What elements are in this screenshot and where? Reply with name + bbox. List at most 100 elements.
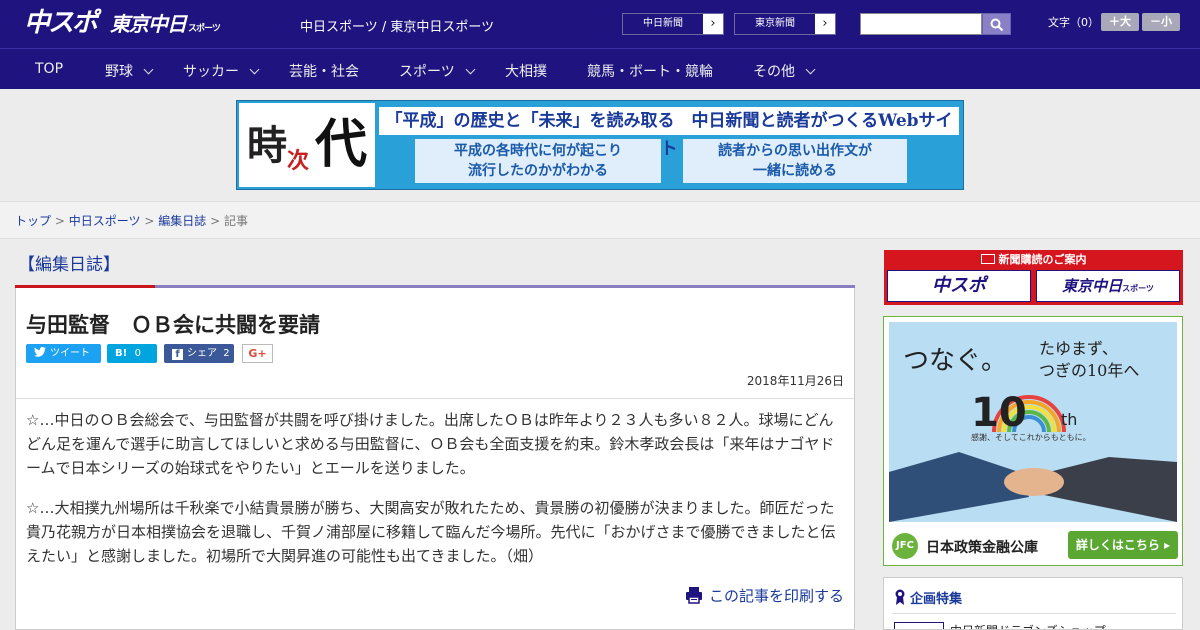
chevron-down-icon [249,64,260,75]
subscribe-tokyo-chunichi-small: スポーツ [1122,284,1154,293]
facebook-share-label: シェア [187,348,217,359]
dragons-shop-link[interactable]: 中日新聞ドラゴンズショップ [950,622,1106,629]
google-plus-button[interactable]: G+ [242,344,273,363]
chevron-down-icon [465,64,476,75]
facebook-icon: f [172,349,183,360]
font-decrease-button[interactable]: －小 [1142,13,1180,31]
tokyo-shimbun-label: 東京新聞 [735,14,815,34]
subscription-box: 新聞購読のご案内 中スポ 東京中日スポーツ [884,250,1183,305]
site-header: 中スポ 東京中日 スポーツ 中日スポーツ / 東京中日スポーツ 中日新聞 › 東京… [0,0,1200,48]
banner-box-1: 平成の各時代に何が起こり 流行したのかがわかる [415,139,661,183]
divider [892,613,1176,614]
article-title: 与田監督 ＯＢ会に共闘を要請 [26,313,320,337]
breadcrumb-chuspo[interactable]: 中日スポーツ [69,214,141,228]
print-article-link[interactable]: この記事を印刷する [685,585,844,606]
nav-item-sumo[interactable]: 大相撲 [505,61,547,81]
banner-area: 時 次 代 「平成」の歴史と「未来」を読み取る 中日新聞と読者がつくるWebサイ… [0,89,1200,201]
divider [16,398,854,399]
jfc-ad-image: つなぐ。 たゆまず、 つぎの10年へ 10 th 感謝、そしてこれからもともに。 [889,322,1177,522]
breadcrumb-editorial[interactable]: 編集日誌 [158,214,206,228]
jidai-banner-ad[interactable]: 時 次 代 「平成」の歴史と「未来」を読み取る 中日新聞と読者がつくるWebサイ… [236,100,964,190]
banner-box-2: 読者からの思い出作文が 一緒に読める [683,139,907,183]
breadcrumb-current: 記事 [223,214,248,228]
chunichi-shimbun-label: 中日新聞 [623,14,703,34]
article-date: 2018年11月26日 [746,374,844,388]
ribbon-icon [895,589,905,605]
twitter-icon [34,346,46,357]
subscription-caption-text: 新聞購読のご案内 [998,253,1087,266]
breadcrumb: トップ > 中日スポーツ > 編集日誌 > 記事 [15,212,248,229]
tweet-label: ツイート [50,348,90,359]
nav-item-racing[interactable]: 競馬・ボート・競輪 [587,61,713,81]
jfc-th: th [1061,410,1078,429]
article-paragraph: ☆…大相撲九州場所は千秋楽で小結貴景勝が勝ち、大関高安が敗れたため、貴景勝の初優… [26,499,836,565]
chevron-right-icon: › [822,16,828,31]
font-increase-button[interactable]: ＋大 [1101,13,1139,31]
article-paragraph: ☆…中日のＯＢ会総会で、与田監督が共闘を呼び掛けました。出席したＯＢは昨年より２… [26,411,835,477]
newspaper-icon [980,254,995,264]
jidai-logo: 時 次 代 [239,103,375,187]
nav-item-top[interactable]: TOP [35,61,63,77]
special-features-box: 企画特集 中日新聞ドラゴンズショップ [883,577,1183,630]
article: 与田監督 ＯＢ会に共闘を要請 ツイート B! 0 f シェア 2 G+ 2018年… [15,285,855,630]
chunichi-shimbun-link[interactable]: 中日新聞 › [622,13,724,35]
nav-item-sports[interactable]: スポーツ [399,61,476,81]
site-title: 中日スポーツ / 東京中日スポーツ [300,20,495,35]
subscription-caption: 新聞購読のご案内 [884,251,1183,267]
subscribe-tokyo-chunichi-button[interactable]: 東京中日スポーツ [1036,270,1180,302]
jfc-details-button[interactable]: 詳しくはこちら ▸ [1068,531,1178,559]
nav-item-label: 芸能・社会 [289,64,359,80]
search-icon [990,18,1004,32]
article-top-bar-accent [15,285,155,288]
tokyo-chunichi-logo[interactable]: 東京中日 スポーツ [110,12,221,41]
main-nav: TOP 野球 サッカー 芸能・社会 スポーツ 大相撲 競馬・ボート・競輪 その他 [0,48,1200,89]
nav-item-label: スポーツ [399,64,455,80]
jfc-ten: 10 [971,390,1027,436]
subscribe-chuspo-button[interactable]: 中スポ [887,270,1031,302]
nav-item-other[interactable]: その他 [753,61,816,81]
subscribe-tokyo-chunichi-text: 東京中日 [1062,277,1123,295]
special-features-title: 企画特集 [894,588,962,607]
handshake-illustration [889,395,1177,522]
jfc-name: 日本政策金融公庫 [926,540,1038,556]
hatena-icon: B! [115,348,128,359]
chevron-down-icon [805,64,816,75]
facebook-share-button[interactable]: f シェア 2 [164,344,234,363]
jfc-logo: JFC [892,533,918,559]
banner-headline: 「平成」の歴史と「未来」を読み取る 中日新聞と読者がつくるWebサイト [379,107,959,159]
dragons-shop-thumbnail[interactable] [894,622,944,629]
chuspo-logo[interactable]: 中スポ [24,8,98,38]
tokyo-shimbun-link[interactable]: 東京新聞 › [734,13,836,35]
breadcrumb-bar: トップ > 中日スポーツ > 編集日誌 > 記事 [0,201,1200,239]
jfc-subtag: 感謝、そしてこれからもともに。 [971,433,1091,442]
nav-item-baseball[interactable]: 野球 [105,61,154,81]
search-button[interactable] [982,13,1011,35]
breadcrumb-sep: > [144,214,155,228]
jfc-footer: JFC 日本政策金融公庫 詳しくはこちら ▸ [892,529,1192,561]
chevron-down-icon [143,64,154,75]
nav-item-entertainment[interactable]: 芸能・社会 [289,61,359,81]
nav-item-label: 野球 [105,64,133,80]
article-top-bar [15,285,855,288]
breadcrumb-top[interactable]: トップ [15,214,51,228]
font-size-label: 文字（0） [1048,16,1099,29]
tweet-button[interactable]: ツイート [26,344,101,363]
search-input[interactable] [860,13,982,35]
nav-item-label: 大相撲 [505,64,547,80]
nav-item-soccer[interactable]: サッカー [183,61,260,81]
facebook-share-count: 2 [223,348,230,359]
hatena-count: 0 [134,348,142,359]
special-features-title-text: 企画特集 [910,592,963,607]
jfc-advertisement[interactable]: つなぐ。 たゆまず、 つぎの10年へ 10 th 感謝、そしてこれからもともに。… [883,316,1183,566]
nav-item-label: サッカー [183,64,239,80]
breadcrumb-sep: > [54,214,65,228]
jidai-logo-ji: 時 [247,122,287,169]
chevron-right-icon: › [710,16,716,31]
hatena-bookmark-button[interactable]: B! 0 [107,344,157,363]
printer-icon [685,587,702,604]
jidai-logo-dai: 代 [315,114,368,175]
section-title: 【編集日誌】 [18,255,120,275]
tokyo-chunichi-logo-small: スポーツ [188,24,221,34]
nav-item-label: TOP [35,61,64,77]
subscribe-chuspo-label: 中スポ [932,275,986,296]
